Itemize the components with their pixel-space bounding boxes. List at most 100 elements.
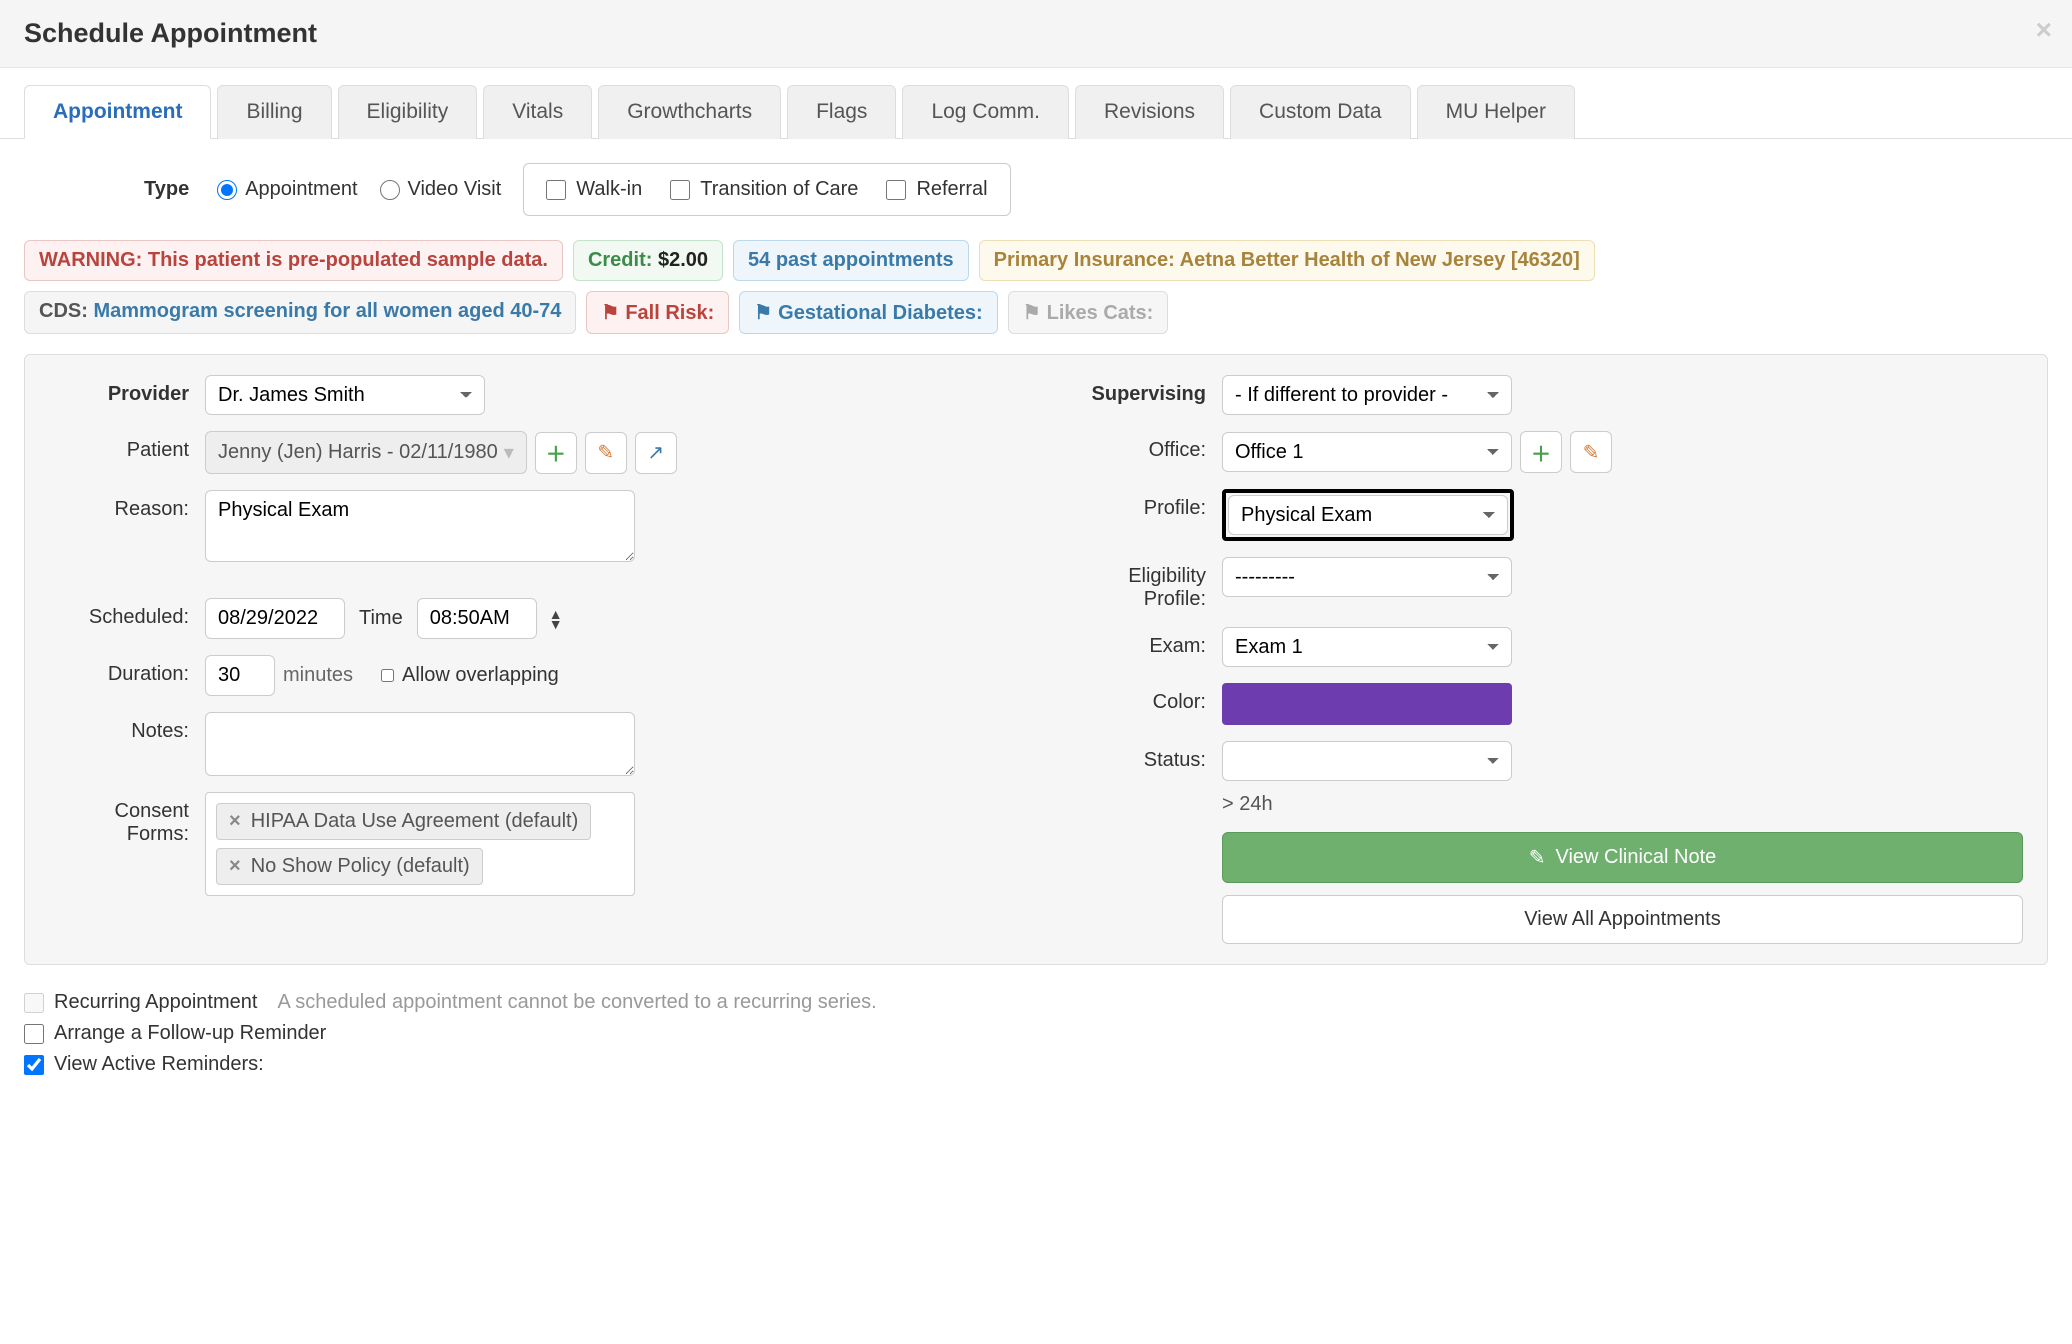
tab-growthcharts[interactable]: Growthcharts [598, 85, 781, 139]
plus-icon: ＋ [546, 438, 566, 467]
status-select[interactable] [1222, 741, 1512, 781]
profile-highlight: Physical Exam [1222, 489, 1514, 541]
minutes-label: minutes [283, 664, 353, 687]
edit-patient-button[interactable]: ✎ [585, 432, 627, 474]
gestational-diabetes-badge[interactable]: ⚑ Gestational Diabetes: [739, 291, 997, 334]
notes-label: Notes: [49, 712, 189, 743]
cds-link[interactable]: Mammogram screening for all women aged 4… [93, 300, 561, 322]
fall-risk-label: Fall Risk: [625, 302, 714, 324]
consent-label: Consent Forms: [49, 792, 189, 846]
consent-tag-label: No Show Policy (default) [251, 855, 470, 878]
flag-icon: ⚑ [601, 302, 619, 324]
check-walkin-input[interactable] [546, 180, 566, 200]
patient-value: Jenny (Jen) Harris - 02/11/1980 [218, 441, 498, 464]
radio-appointment[interactable]: Appointment [217, 178, 357, 201]
check-walkin-label: Walk-in [576, 178, 642, 201]
active-reminders-checkbox[interactable] [24, 1055, 44, 1075]
time-spinner[interactable]: ▲ ▼ [549, 609, 563, 629]
view-all-label: View All Appointments [1524, 908, 1720, 930]
scheduled-label: Scheduled: [49, 598, 189, 629]
view-clinical-label: View Clinical Note [1555, 846, 1716, 869]
date-input[interactable] [205, 598, 345, 639]
check-referral-input[interactable] [886, 180, 906, 200]
chevron-down-icon[interactable]: ▼ [549, 619, 563, 629]
duration-input[interactable] [205, 655, 275, 696]
followup-checkbox[interactable] [24, 1024, 44, 1044]
recurring-checkbox [24, 993, 44, 1013]
check-referral[interactable]: Referral [886, 178, 987, 201]
add-patient-button[interactable]: ＋ [535, 432, 577, 474]
view-all-appointments-button[interactable]: View All Appointments [1222, 895, 2023, 944]
remove-icon[interactable]: × [229, 855, 241, 878]
radio-video-input[interactable] [380, 180, 400, 200]
credit-value: $2.00 [658, 249, 708, 271]
fall-risk-badge[interactable]: ⚑ Fall Risk: [586, 291, 729, 334]
likes-cats-badge[interactable]: ⚑ Likes Cats: [1008, 291, 1169, 334]
likes-cats-label: Likes Cats: [1047, 302, 1154, 324]
bottom-checks: Recurring Appointment A scheduled appoin… [24, 991, 2048, 1076]
modal-title: Schedule Appointment [24, 18, 2048, 49]
tab-billing[interactable]: Billing [217, 85, 331, 139]
tab-revisions[interactable]: Revisions [1075, 85, 1224, 139]
flag-icon: ⚑ [1023, 302, 1041, 324]
provider-select[interactable]: Dr. James Smith [205, 375, 485, 415]
patient-field[interactable]: Jenny (Jen) Harris - 02/11/1980 ▾ [205, 431, 527, 474]
cds-label: CDS: [39, 300, 88, 322]
plus-icon: ＋ [1531, 438, 1551, 467]
pencil-icon: ✎ [597, 440, 614, 465]
profile-select[interactable]: Physical Exam [1228, 495, 1508, 535]
right-column: Supervising - If different to provider -… [1066, 375, 2023, 944]
check-walkin[interactable]: Walk-in [546, 178, 642, 201]
radio-appointment-label: Appointment [245, 178, 357, 201]
edit-office-button[interactable]: ✎ [1570, 431, 1612, 473]
reason-textarea[interactable]: Physical Exam [205, 490, 635, 562]
supervising-select[interactable]: - If different to provider - [1222, 375, 1512, 415]
tab-log-comm[interactable]: Log Comm. [902, 85, 1069, 139]
remove-icon[interactable]: × [229, 810, 241, 833]
insurance-badge: Primary Insurance: Aetna Better Health o… [979, 240, 1595, 281]
status-label: Status: [1066, 741, 1206, 772]
consent-tag[interactable]: × No Show Policy (default) [216, 848, 483, 885]
tab-mu-helper[interactable]: MU Helper [1417, 85, 1575, 139]
radio-appointment-input[interactable] [217, 180, 237, 200]
past-appointments-badge[interactable]: 54 past appointments [733, 240, 969, 281]
notes-textarea[interactable] [205, 712, 635, 776]
recurring-hint: A scheduled appointment cannot be conver… [277, 991, 876, 1014]
color-swatch[interactable] [1222, 683, 1512, 725]
allow-overlapping-checkbox[interactable] [381, 669, 394, 682]
check-transition-input[interactable] [670, 180, 690, 200]
color-label: Color: [1066, 683, 1206, 714]
radio-video-visit[interactable]: Video Visit [380, 178, 502, 201]
eligibility-profile-select[interactable]: --------- [1222, 557, 1512, 597]
gest-diabetes-label: Gestational Diabetes: [778, 302, 983, 324]
gt24-label: > 24h [1222, 793, 1273, 816]
add-office-button[interactable]: ＋ [1520, 431, 1562, 473]
active-reminders-label: View Active Reminders: [54, 1053, 264, 1076]
tab-custom-data[interactable]: Custom Data [1230, 85, 1411, 139]
supervising-label: Supervising [1066, 375, 1206, 406]
recurring-label: Recurring Appointment [54, 991, 257, 1014]
consent-tag[interactable]: × HIPAA Data Use Agreement (default) [216, 803, 591, 840]
flag-icon: ⚑ [754, 302, 772, 324]
check-transition[interactable]: Transition of Care [670, 178, 858, 201]
office-select[interactable]: Office 1 [1222, 432, 1512, 472]
left-column: Provider Dr. James Smith Patient Jenny (… [49, 375, 1006, 944]
share-icon: ↗ [647, 440, 664, 465]
exam-select[interactable]: Exam 1 [1222, 627, 1512, 667]
tab-appointment[interactable]: Appointment [24, 85, 211, 139]
close-icon[interactable]: × [2036, 14, 2052, 46]
check-referral-label: Referral [916, 178, 987, 201]
tab-vitals[interactable]: Vitals [483, 85, 592, 139]
tab-bar: Appointment Billing Eligibility Vitals G… [0, 84, 2072, 139]
tab-flags[interactable]: Flags [787, 85, 896, 139]
tab-eligibility[interactable]: Eligibility [338, 85, 478, 139]
consent-forms-box[interactable]: × HIPAA Data Use Agreement (default) × N… [205, 792, 635, 896]
type-row: Type Appointment Video Visit Walk-in Tra… [24, 163, 2048, 216]
eligibility-profile-label: Eligibility Profile: [1066, 557, 1206, 611]
edit-icon: ✎ [1529, 845, 1546, 870]
time-input[interactable] [417, 598, 537, 639]
open-patient-button[interactable]: ↗ [635, 432, 677, 474]
reason-label: Reason: [49, 490, 189, 521]
check-transition-label: Transition of Care [700, 178, 858, 201]
view-clinical-note-button[interactable]: ✎ View Clinical Note [1222, 832, 2023, 883]
